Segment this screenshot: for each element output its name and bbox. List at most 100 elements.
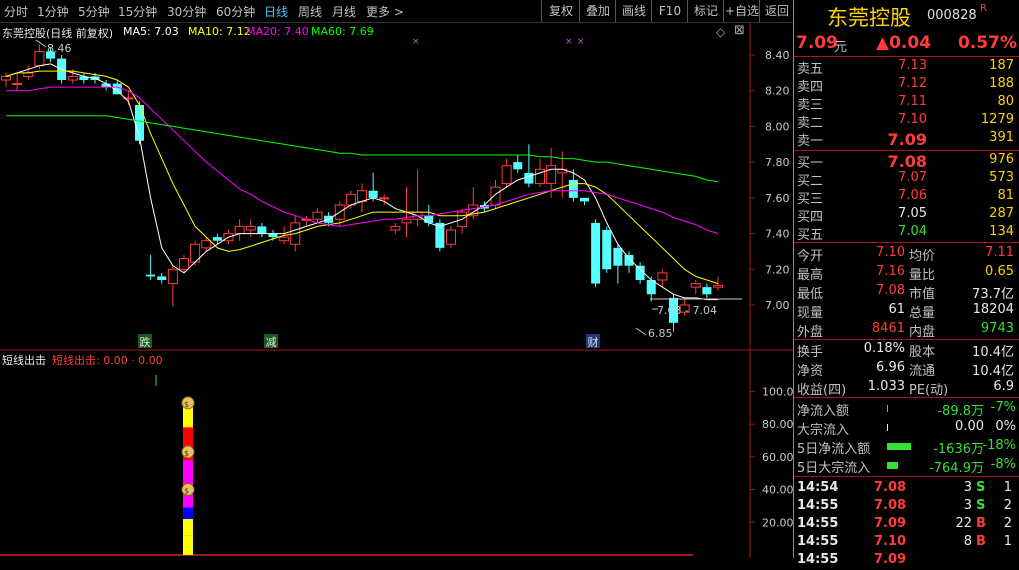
money-bag-glyph: $ <box>184 487 189 496</box>
bid-volume: 134 <box>989 224 1014 239</box>
period-tab-monthly[interactable]: 月线 <box>332 3 356 20</box>
mark-button[interactable]: 标记 <box>687 0 724 22</box>
stat-value: 7.08 <box>876 283 905 298</box>
y-axis-ticks: 7.00 7.20 7.40 7.60 7.80 8.00 8.20 8.40 <box>750 49 790 312</box>
candle-body <box>67 75 78 81</box>
bid-volume: 573 <box>989 170 1014 185</box>
stats-row: 外盘 8461 内盘 9743 <box>794 321 1019 340</box>
stats-row: 现量 61 总量 18204 <box>794 302 1019 321</box>
candle-body <box>446 229 456 245</box>
fund-flow-row: 净流入额 -89.8万 -7% <box>794 400 1019 419</box>
price-change: ▲0.04 <box>876 33 932 53</box>
period-tab-60min[interactable]: 60分钟 <box>216 3 255 20</box>
low-price-label: 6.85 <box>648 327 673 340</box>
stat-value: 61 <box>888 302 905 317</box>
y-tick-label: 8.20 <box>765 85 790 98</box>
candle-body <box>345 193 356 206</box>
finance-value: 6.9 <box>993 379 1014 394</box>
period-tab-15min[interactable]: 15分钟 <box>118 3 157 20</box>
r-badge: R <box>980 3 987 14</box>
candle-body <box>201 240 212 249</box>
stock-code: 000828 <box>927 8 977 23</box>
candle-body <box>580 197 589 202</box>
quote-panel: 东莞控股 000828 R 7.09 元 ▲0.04 0.57% 卖五 7.13 1… <box>793 0 1019 567</box>
f10-button[interactable]: F10 <box>651 0 688 22</box>
y-tick-label: 8.00 <box>765 120 790 133</box>
candle-body <box>34 50 45 67</box>
period-more-menu[interactable]: 更多 > <box>366 3 404 20</box>
candle-body <box>591 222 601 284</box>
period-tab-daily[interactable]: 日线 <box>264 3 288 20</box>
sub-y-tick-label: 60.00 <box>762 451 793 464</box>
flow-value: 0.00 <box>955 419 984 434</box>
candle-body <box>424 215 434 223</box>
finance-value: 6.96 <box>876 360 905 375</box>
candle-body <box>135 105 144 141</box>
period-tab-30min[interactable]: 30分钟 <box>167 3 206 20</box>
last-price: 7.09 <box>796 33 838 53</box>
candle-body <box>212 237 222 241</box>
bid-label: 买一 <box>797 156 824 171</box>
ask-label: 卖四 <box>797 80 824 95</box>
candle-body <box>357 190 367 202</box>
tick-price: 7.08 <box>874 480 907 495</box>
sub-y-tick-label: 40.00 <box>762 484 793 497</box>
event-marker-jian[interactable]: 减 <box>264 334 278 349</box>
period-tab-fenshi[interactable]: 分时 <box>4 3 28 20</box>
period-tab-5min[interactable]: 5分钟 <box>78 3 110 20</box>
bid-volume: 81 <box>997 188 1014 203</box>
draw-line-button[interactable]: 画线 <box>615 0 652 22</box>
bid-row: 买一 7.08 976 <box>794 152 1019 171</box>
close-icon[interactable]: ⊠ <box>734 23 745 38</box>
tick-price: 7.09 <box>874 516 907 531</box>
candle-body <box>602 230 612 270</box>
candle-body <box>713 284 723 288</box>
candle-body <box>401 218 412 224</box>
diamond-icon[interactable]: ◇ <box>716 25 725 39</box>
restore-rights-button[interactable]: 复权 <box>541 0 580 22</box>
flow-value: -89.8万 <box>937 404 984 419</box>
stat-label: 均价 <box>909 249 936 264</box>
stat-label: 内盘 <box>909 325 936 340</box>
tick-time: 14:54 <box>797 480 839 495</box>
bid-label: 买五 <box>797 228 824 243</box>
candle-body <box>379 197 390 200</box>
stat-label: 量比 <box>909 268 936 283</box>
overlay-button[interactable]: 叠加 <box>579 0 616 22</box>
tick-time: 14:55 <box>797 516 839 531</box>
tick-side: B <box>976 534 986 549</box>
ma60-legend: MA60: 7.69 <box>311 25 374 38</box>
ask-label: 卖一 <box>797 134 824 149</box>
period-toolbar: 分时 1分钟 5分钟 15分钟 30分钟 60分钟 日线 周线 月线 更多 > … <box>0 0 793 23</box>
candle-body <box>657 272 668 281</box>
stat-value: 7.10 <box>876 245 905 260</box>
ma5-legend: MA5: 7.03 <box>123 25 179 38</box>
candle-body <box>257 226 267 234</box>
low-pointer <box>635 327 647 336</box>
y-tick-label: 7.20 <box>765 263 790 276</box>
tick-side: S <box>976 480 986 495</box>
back-button[interactable]: 返回 <box>759 0 794 22</box>
y-tick-label: 7.60 <box>765 192 790 205</box>
stats-row: 最高 7.16 量比 0.65 <box>794 264 1019 283</box>
ask-row: 卖二 7.10 1279 <box>794 112 1019 131</box>
period-tab-weekly[interactable]: 周线 <box>298 3 322 20</box>
money-bag-glyph: $ <box>184 449 189 458</box>
candle-body <box>179 258 189 270</box>
ask-volume: 187 <box>989 58 1014 73</box>
tick-price: 7.10 <box>874 534 907 549</box>
event-marker-cai[interactable]: 财 <box>586 334 600 349</box>
sub-y-tick-label: 100.0 <box>762 385 793 398</box>
bid-price: 7.08 <box>887 152 927 171</box>
period-tab-1min[interactable]: 1分钟 <box>37 3 69 20</box>
add-favorite-button[interactable]: +自选 <box>723 0 760 22</box>
kline-chart-panel[interactable]: 7.00 7.20 7.40 7.60 7.80 8.00 8.20 8.40 20.00 40… <box>0 23 793 558</box>
candle-body <box>146 274 156 277</box>
stat-value: 7.11 <box>985 245 1014 260</box>
price-unit: 元 <box>834 40 848 55</box>
event-marker-die[interactable]: 跌 <box>138 334 152 349</box>
finance-row: 净资 6.96 流通 10.4亿 <box>794 360 1019 379</box>
stat-label: 外盘 <box>797 325 824 340</box>
candle-body <box>312 211 323 220</box>
sub-bar-segment <box>183 535 193 555</box>
